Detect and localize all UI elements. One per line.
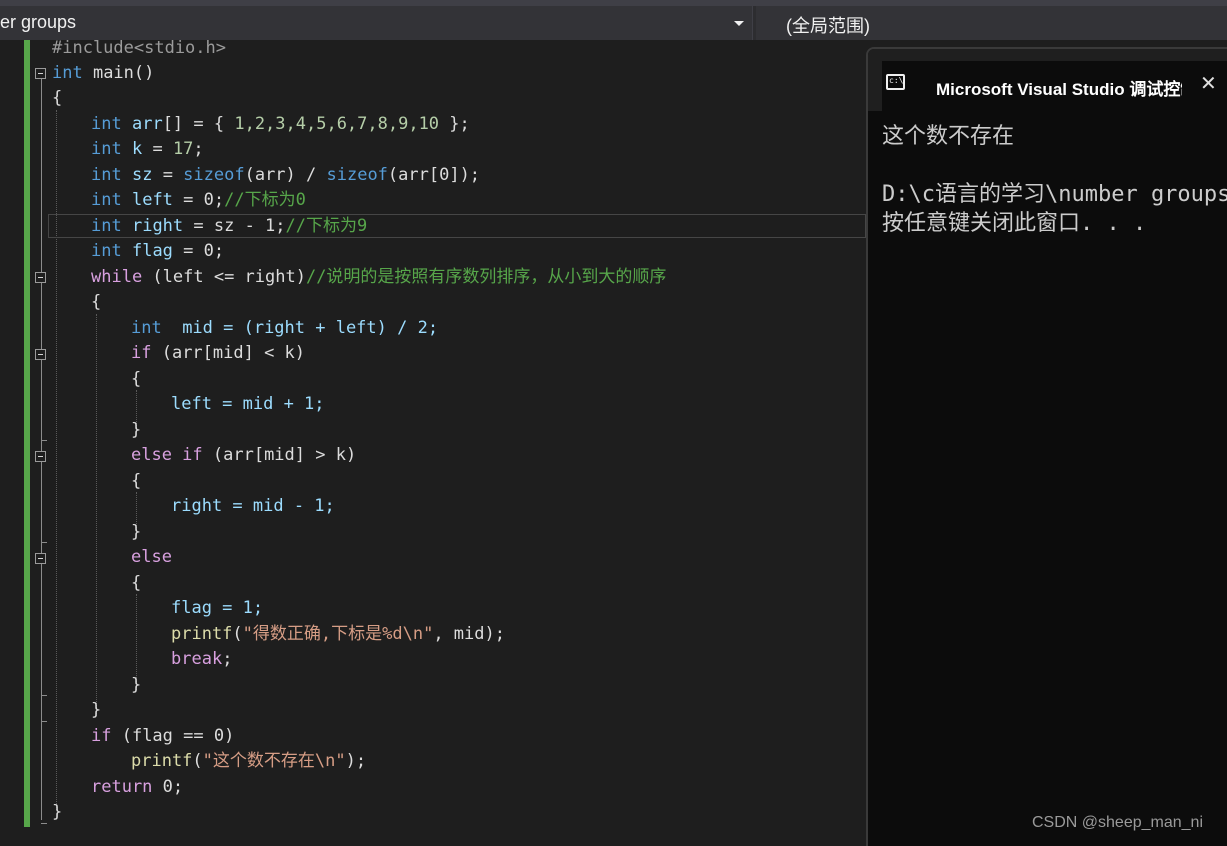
code-line: if (arr[mid] < k) — [131, 343, 306, 363]
project-scope-dropdown[interactable]: er groups — [0, 6, 753, 40]
close-icon[interactable]: ✕ — [1200, 71, 1217, 95]
code-line: } — [131, 420, 142, 440]
code-line: int k = 17; — [91, 139, 204, 159]
code-line: else — [131, 547, 172, 567]
global-scope-dropdown[interactable]: (全局范围) — [756, 6, 1227, 40]
code-line: printf("得数正确,下标是%d\n", mid); — [171, 624, 505, 644]
console-app-icon — [886, 74, 905, 90]
change-tracking-bar — [24, 40, 30, 827]
code-editor[interactable]: #include<stdio.h> int main() { int arr[]… — [0, 38, 866, 844]
chevron-down-icon[interactable] — [734, 21, 744, 26]
code-line: int main() — [52, 63, 155, 83]
collapse-else-icon[interactable] — [35, 553, 46, 564]
code-line: { — [91, 292, 102, 312]
code-line: } — [52, 802, 63, 822]
code-line: left = mid + 1; — [171, 394, 325, 414]
outline-end — [41, 542, 47, 543]
debug-console-window[interactable]: Microsoft Visual Studio 调试控制台 ✕ 这个数不存在 D… — [866, 47, 1227, 846]
outline-end — [41, 440, 47, 441]
code-line: if (flag == 0) — [91, 726, 235, 746]
code-line: } — [91, 700, 102, 720]
collapse-main-icon[interactable] — [35, 68, 46, 79]
code-line: int left = 0;//下标为0 — [91, 190, 306, 210]
code-line: return 0; — [91, 777, 184, 797]
collapse-else-if-icon[interactable] — [35, 451, 46, 462]
console-tab-title: Microsoft Visual Studio 调试控制台 — [936, 80, 1182, 99]
indent-guide — [96, 314, 97, 716]
code-line: { — [131, 573, 142, 593]
outline-end — [41, 695, 47, 696]
code-line: int arr[] = { 1,2,3,4,5,6,7,8,9,10 }; — [91, 114, 470, 134]
code-line: int right = sz - 1;//下标为9 — [91, 216, 368, 236]
code-line: { — [52, 88, 63, 108]
code-line: { — [131, 369, 142, 389]
global-scope-value: (全局范围) — [786, 16, 870, 36]
console-output-line: 这个数不存在 — [882, 124, 1015, 149]
outline-line-main — [41, 74, 42, 820]
outline-end — [41, 823, 47, 824]
collapse-if-icon[interactable] — [35, 349, 46, 360]
code-line: int mid = (right + left) / 2; — [131, 318, 439, 338]
code-line: else if (arr[mid] > k) — [131, 445, 357, 465]
code-line: } — [131, 522, 142, 542]
code-line: } — [131, 675, 142, 695]
code-line: int sz = sizeof(arr) / sizeof(arr[0]); — [91, 165, 481, 185]
navigation-bar: er groups (全局范围) — [0, 0, 1227, 40]
console-output-line: D:\c语言的学习\number groups — [882, 182, 1227, 207]
collapse-while-icon[interactable] — [35, 272, 46, 283]
code-line: { — [131, 471, 142, 491]
outline-end — [41, 721, 47, 722]
code-line: break; — [171, 649, 233, 669]
csdn-watermark: CSDN @sheep_man_ni — [1032, 814, 1203, 831]
code-line: flag = 1; — [171, 598, 264, 618]
console-output-line: 按任意键关闭此窗口. . . — [882, 211, 1147, 236]
code-line: right = mid - 1; — [171, 496, 335, 516]
code-line: #include<stdio.h> — [52, 38, 226, 58]
project-scope-value: er groups — [0, 12, 77, 32]
code-line: while (left <= right)//说明的是按照有序数列排序，从小到大… — [91, 267, 667, 287]
code-line: int flag = 0; — [91, 241, 225, 261]
code-line: printf("这个数不存在\n"); — [131, 751, 367, 771]
